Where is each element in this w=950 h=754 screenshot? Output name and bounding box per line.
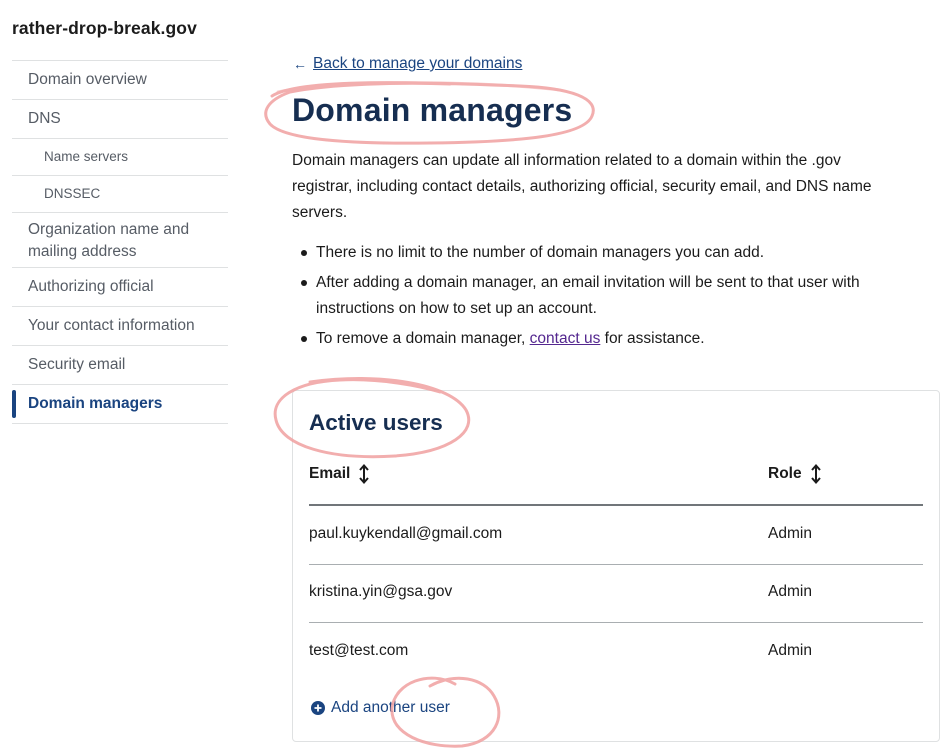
role-column-header[interactable]: Role [768,464,821,484]
sidebar-item-label: Your contact information [28,317,195,334]
sidebar-item-dnssec[interactable]: DNSSEC [12,176,228,213]
add-circle-icon [311,701,325,715]
column-header-label: Role [768,465,802,482]
sidebar-item-contact-information[interactable]: Your contact information [12,307,228,346]
sidebar-item-label: Domain overview [28,71,147,88]
sidebar-item-label: DNS [28,110,61,127]
table-row-divider [309,622,923,623]
intro-text: Domain managers can update all informati… [292,152,872,221]
email-column-header[interactable]: Email [309,464,370,484]
sidebar-item-authorizing-official[interactable]: Authorizing official [12,268,228,307]
sidebar-item-domain-overview[interactable]: Domain overview [12,61,228,100]
sidebar-item-label: Organization name and mailing address [28,221,190,260]
add-user-label: Add another user [331,699,450,716]
remove-note-after: for assistance. [600,329,705,347]
user-email-cell: paul.kuykendall@gmail.com [309,525,503,542]
sidebar-item-dns[interactable]: DNS [12,100,228,139]
column-header-label: Email [309,465,351,482]
active-users-title: Active users [309,410,443,435]
annotation-circle-title [276,81,562,94]
sidebar-item-domain-managers[interactable]: Domain managers [12,385,228,424]
list-item: There is no limit to the number of domai… [300,240,900,266]
back-link-label: Back to manage your domains [313,55,523,72]
arrow-left-icon: ← [293,56,307,72]
sidebar-item-name-servers[interactable]: Name servers [12,139,228,176]
active-users-card: Active users Email Role paul.kuykendall@… [292,390,940,742]
user-email-cell: test@test.com [309,642,409,659]
page-title: Domain managers [292,92,573,128]
site-domain-name: rather-drop-break.gov [12,18,197,38]
sidebar-item-label: Domain managers [28,395,163,412]
sort-arrows-icon [810,464,821,484]
side-navigation: Domain overview DNS Name servers DNSSEC … [12,60,228,424]
sidebar-item-label: Name servers [44,149,129,164]
user-email-cell: kristina.yin@gsa.gov [309,583,453,600]
user-role-cell: Admin [768,583,812,600]
user-role-cell: Admin [768,525,812,542]
add-another-user-button[interactable]: Add another user [311,699,450,717]
user-role-cell: Admin [768,642,812,659]
list-item: After adding a domain manager, an email … [300,270,900,321]
sidebar-item-security-email[interactable]: Security email [12,346,228,385]
sidebar-item-label: Security email [28,356,126,373]
list-item: To remove a domain manager, contact us f… [300,326,900,352]
sidebar-item-organization[interactable]: Organization name and mailing address [12,213,228,268]
table-row-divider [309,564,923,565]
remove-note-before: To remove a domain manager, [316,329,530,347]
info-list: There is no limit to the number of domai… [300,240,900,356]
sidebar-item-label: Authorizing official [28,278,154,295]
sidebar-item-label: DNSSEC [44,186,101,201]
contact-us-link[interactable]: contact us [530,330,601,347]
sort-arrows-icon [359,464,370,484]
back-to-domains-link[interactable]: ← Back to manage your domains [293,55,522,73]
table-header-divider [309,504,923,506]
